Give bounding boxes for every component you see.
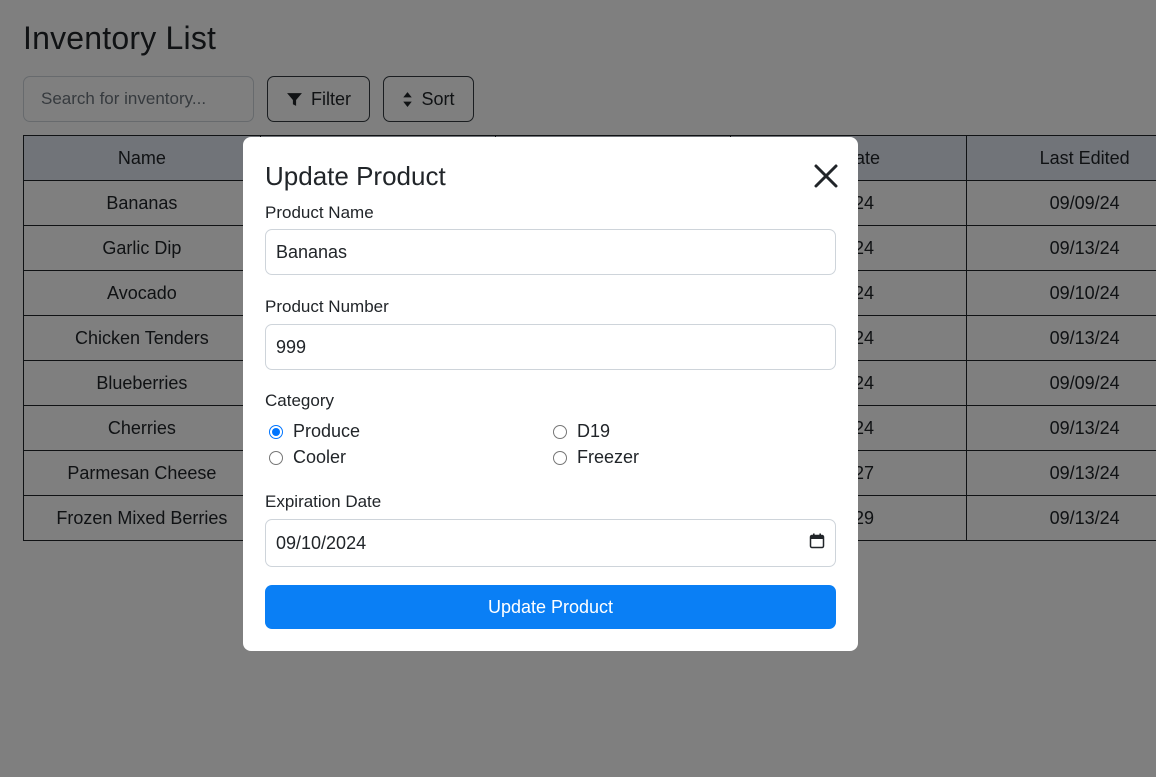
calendar-icon[interactable] xyxy=(809,533,825,554)
category-option-produce[interactable]: Produce xyxy=(269,421,360,442)
product-number-field[interactable] xyxy=(265,324,836,370)
radio-freezer[interactable] xyxy=(553,450,567,465)
product-name-label: Product Name xyxy=(265,203,374,222)
expiration-date-label: Expiration Date xyxy=(265,492,382,511)
radio-label-produce: Produce xyxy=(293,421,361,441)
category-option-cooler[interactable]: Cooler xyxy=(269,447,346,468)
modal-title: Update Product xyxy=(265,161,446,191)
update-product-button[interactable]: Update Product xyxy=(265,585,836,629)
category-option-freezer[interactable]: Freezer xyxy=(553,447,639,468)
expiration-date-value: 09/10/2024 xyxy=(276,532,367,553)
radio-cooler[interactable] xyxy=(269,450,283,465)
category-option-d19[interactable]: D19 xyxy=(553,421,610,442)
radio-d19[interactable] xyxy=(553,424,567,439)
product-name-field[interactable] xyxy=(265,229,836,275)
close-button[interactable] xyxy=(811,161,841,191)
radio-label-d19: D19 xyxy=(577,421,611,441)
product-number-label: Product Number xyxy=(265,297,389,316)
radio-produce[interactable] xyxy=(269,424,283,439)
category-label: Category xyxy=(265,391,334,410)
expiration-date-field[interactable]: 09/10/2024 xyxy=(265,519,836,567)
radio-label-cooler: Cooler xyxy=(293,447,347,467)
update-product-modal: Update Product Product Name Product Numb… xyxy=(243,137,858,651)
radio-label-freezer: Freezer xyxy=(577,447,640,467)
close-icon xyxy=(811,164,841,194)
